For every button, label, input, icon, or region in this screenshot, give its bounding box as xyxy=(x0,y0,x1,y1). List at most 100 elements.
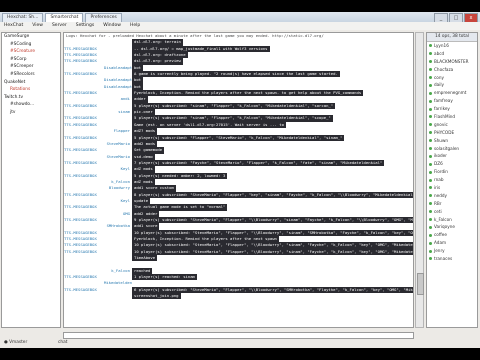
user-item[interactable]: solasitgalen xyxy=(427,145,477,153)
status-dot-icon xyxy=(429,123,432,127)
status-dot-icon xyxy=(429,154,432,158)
status-dot-icon xyxy=(429,107,432,111)
user-name: Lyyn16 xyxy=(434,43,449,48)
user-name: coffee xyxy=(434,232,447,238)
chat-scrollbar[interactable] xyxy=(415,32,424,328)
user-name: gnovic xyxy=(434,121,448,127)
user-item[interactable]: FlashMind xyxy=(427,113,477,121)
message: Fyerblock, Inception. Remind the players… xyxy=(132,90,364,97)
status-tab[interactable]: chat xyxy=(58,340,67,345)
menu-item[interactable]: Help xyxy=(130,22,140,30)
tree-channel[interactable]: #SCorp xyxy=(2,56,60,64)
message: 9 player(s) subscribed: "SteveMario", "F… xyxy=(132,216,413,224)
status-dot-icon xyxy=(429,147,432,151)
status-dot-icon xyxy=(429,170,432,174)
user-name: daily xyxy=(434,82,445,88)
tree-network[interactable]: QuakeNet xyxy=(2,79,60,87)
tree-channel[interactable]: #SCreature xyxy=(2,48,60,56)
nick xyxy=(104,293,132,299)
message: 7 player(s) subscribed: "Fayche", "Steve… xyxy=(132,159,385,167)
menu-item[interactable]: HexChat xyxy=(4,22,23,30)
user-item[interactable]: DZ6 xyxy=(427,160,477,168)
user-name: Fiordin xyxy=(434,169,448,175)
status-dot-icon xyxy=(429,202,432,206)
status-dot-icon xyxy=(429,52,432,56)
user-item[interactable]: famfreay xyxy=(427,97,477,105)
chat-line: screenshot_join.png xyxy=(64,293,413,300)
user-item[interactable]: neddy xyxy=(427,192,477,200)
user-item[interactable]: tranaces xyxy=(427,255,477,263)
user-item[interactable]: RBr xyxy=(427,200,477,208)
user-name: FlashMind xyxy=(434,114,456,120)
tree-channel[interactable]: #showdo... xyxy=(2,101,60,109)
user-name: DZ6 xyxy=(434,161,443,167)
tree-channel[interactable]: #SCreeper xyxy=(2,63,60,71)
user-item[interactable]: rnab xyxy=(427,176,477,184)
status-dot-icon xyxy=(429,178,432,182)
status-text: ● Vmaster xyxy=(4,340,28,345)
menu-item[interactable]: View xyxy=(32,22,43,30)
message: 5 player(s) subscribed: "sinam", "Flappe… xyxy=(132,102,336,110)
user-list: 14 ops, 38 total Lyyn16 abcd BLACKMONSTER C… xyxy=(426,32,478,328)
user-item[interactable]: coffee xyxy=(427,231,477,239)
tree-channel[interactable]: #SCoding xyxy=(2,41,60,49)
message: 8 player(s) subscribed: "SteveMario", "F… xyxy=(132,191,414,198)
status-dot-icon xyxy=(429,233,432,237)
user-item[interactable]: ceti xyxy=(427,208,477,216)
status-dot-icon xyxy=(429,115,432,119)
user-item[interactable]: Chocfaza xyxy=(427,66,477,74)
status-dot-icon xyxy=(429,241,432,245)
user-name: Variqoyne xyxy=(434,224,455,230)
user-name: farrikey xyxy=(434,106,450,112)
menu-item[interactable]: Server xyxy=(52,22,67,30)
chat-log: Logs: Hexchat for - preloaded Hexchat ab… xyxy=(63,32,414,328)
user-item[interactable]: Shuwn xyxy=(427,137,477,145)
message: 10 player(s) subscribed: "SteveMario", "… xyxy=(132,248,414,256)
user-item[interactable]: Fiordin xyxy=(427,168,477,176)
user-item[interactable]: cony xyxy=(427,74,477,82)
user-name: famfreay xyxy=(434,98,453,104)
status-dot-icon xyxy=(429,91,432,95)
tree-network[interactable]: Twitch.tv xyxy=(2,94,60,102)
tree-network[interactable]: GameSurge xyxy=(2,33,60,41)
status-dot-icon xyxy=(429,186,432,190)
status-dot-icon xyxy=(429,76,432,79)
status-dot-icon xyxy=(429,99,432,103)
message-input[interactable] xyxy=(63,332,414,339)
user-item[interactable]: Variqoyne xyxy=(427,223,477,231)
user-name: PHYCODE xyxy=(434,129,455,135)
status-dot-icon xyxy=(429,218,432,222)
status-dot-icon xyxy=(429,225,432,229)
user-item[interactable]: Adam xyxy=(427,239,477,247)
menu-item[interactable]: Window xyxy=(103,22,121,30)
status-dot-icon xyxy=(429,131,432,135)
message: 1 player(s) reached: sinam xyxy=(132,274,197,281)
user-name: cony xyxy=(434,74,444,80)
user-name: Shuwn xyxy=(434,137,449,143)
user-item[interactable]: farrikey xyxy=(427,105,477,113)
scroll-thumb[interactable] xyxy=(417,273,424,295)
user-item[interactable]: PHYCODE xyxy=(427,129,477,137)
message: 5 player(s) subscribed: "Flapper", "Stev… xyxy=(132,134,345,141)
status-dot-icon xyxy=(429,44,432,48)
status-dot-icon xyxy=(429,194,432,198)
user-item[interactable]: empreenegnmt xyxy=(427,89,477,97)
user-name: k_Falcon xyxy=(434,216,452,222)
timestamp xyxy=(64,293,104,299)
user-item[interactable]: Jenry xyxy=(427,247,477,255)
tree-channel[interactable]: #SRecolors xyxy=(2,71,60,79)
user-name: abcd xyxy=(434,50,445,56)
user-item[interactable]: abcd xyxy=(427,50,477,58)
hexchat-window: Hexchat: Sh... Smarterchat Preferences _ □… xyxy=(0,12,480,348)
menu-item[interactable]: Settings xyxy=(76,22,94,30)
user-name: neddy xyxy=(434,192,448,198)
user-item[interactable]: Lyyn16 xyxy=(427,42,477,50)
tree-channel[interactable]: Rotations xyxy=(2,86,60,94)
user-item[interactable]: gnovic xyxy=(427,121,477,129)
user-item[interactable]: daily xyxy=(427,81,477,89)
user-item[interactable]: ikoder xyxy=(427,152,477,160)
user-item[interactable]: iris xyxy=(427,184,477,192)
user-item[interactable]: BLACKMONSTER xyxy=(427,58,477,66)
user-item[interactable]: k_Falcon xyxy=(427,216,477,224)
user-name: BLACKMONSTER xyxy=(434,58,469,64)
